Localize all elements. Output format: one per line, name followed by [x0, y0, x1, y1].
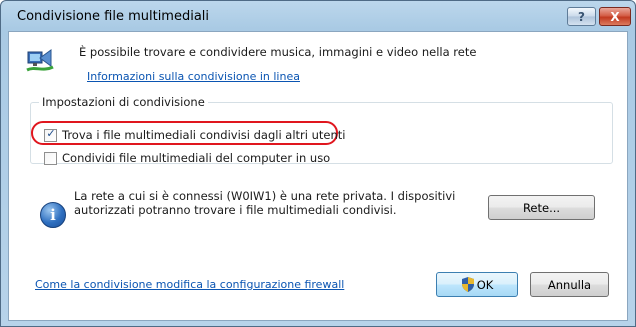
media-sharing-icon [26, 49, 54, 72]
info-icon: i [40, 202, 66, 228]
help-button[interactable]: ? [567, 7, 596, 26]
help-icon: ? [578, 9, 585, 24]
ok-label: OK [476, 277, 494, 292]
online-sharing-info-link[interactable]: Informazioni sulla condivisione in linea [87, 70, 300, 83]
find-shared-media-option[interactable]: ✓ Trova i file multimediali condivisi da… [44, 126, 346, 142]
window-title: Condivisione file multimediali [17, 9, 210, 24]
checkmark-icon: ✓ [46, 126, 56, 140]
dialog-body: È possibile trovare e condividere musica… [8, 31, 628, 321]
share-my-media-checkbox[interactable] [44, 151, 57, 165]
dialog-window: Condivisione file multimediali ? X È pos… [0, 0, 636, 327]
intro-text: È possibile trovare e condividere musica… [79, 45, 477, 59]
cancel-button[interactable]: Annulla [530, 272, 609, 297]
share-my-media-label: Condividi file multimediali del computer… [62, 151, 331, 165]
network-button[interactable]: Rete... [488, 195, 595, 220]
find-shared-media-label: Trova i file multimediali condivisi dagl… [62, 128, 346, 142]
find-shared-media-checkbox[interactable]: ✓ [44, 126, 57, 142]
network-status-text: La rete a cui si è connessi (W0IW1) è un… [74, 189, 456, 217]
share-my-media-option[interactable]: Condividi file multimediali del computer… [44, 151, 330, 165]
title-bar[interactable]: Condivisione file multimediali ? X [1, 1, 635, 31]
firewall-info-link[interactable]: Come la condivisione modifica la configu… [35, 278, 344, 291]
close-icon: X [610, 9, 620, 24]
sharing-settings-label: Impostazioni di condivisione [39, 95, 208, 109]
close-button[interactable]: X [599, 7, 631, 26]
ok-button[interactable]: OK [436, 272, 518, 297]
uac-shield-icon [461, 277, 474, 292]
